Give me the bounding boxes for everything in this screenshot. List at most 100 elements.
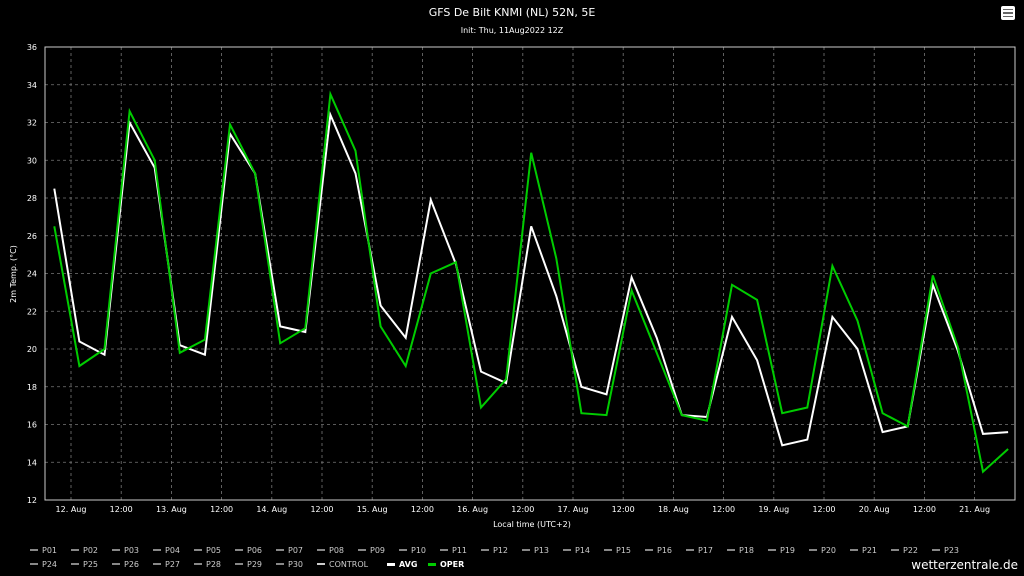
y-tick-label: 36 bbox=[27, 43, 37, 52]
legend-label: P19 bbox=[780, 545, 796, 555]
legend-item-p13[interactable]: P13 bbox=[522, 546, 563, 555]
legend-item-p28[interactable]: P28 bbox=[194, 560, 235, 569]
x-tick-label: 12:00 bbox=[210, 505, 233, 514]
legend-item-p29[interactable]: P29 bbox=[235, 560, 276, 569]
y-tick-label: 34 bbox=[27, 81, 37, 90]
legend-label: OPER bbox=[440, 559, 465, 569]
legend-item-p22[interactable]: P22 bbox=[891, 546, 932, 555]
x-tick-label: 21. Aug bbox=[959, 505, 990, 514]
legend-item-p12[interactable]: P12 bbox=[481, 546, 522, 555]
legend-item-p03[interactable]: P03 bbox=[112, 546, 153, 555]
y-tick-label: 14 bbox=[27, 458, 37, 467]
legend-item-oper[interactable]: OPER bbox=[428, 560, 469, 569]
x-tick-label: 12:00 bbox=[712, 505, 735, 514]
legend-item-p09[interactable]: P09 bbox=[358, 546, 399, 555]
legend-swatch bbox=[276, 549, 284, 551]
legend-swatch bbox=[276, 563, 284, 565]
legend-label: P11 bbox=[452, 545, 468, 555]
x-tick-label: 12. Aug bbox=[56, 505, 87, 514]
legend-item-p02[interactable]: P02 bbox=[71, 546, 112, 555]
legend-swatch bbox=[153, 549, 161, 551]
legend-label: P29 bbox=[247, 559, 263, 569]
legend-label: P06 bbox=[247, 545, 263, 555]
y-tick-label: 18 bbox=[27, 383, 37, 392]
legend-item-p07[interactable]: P07 bbox=[276, 546, 317, 555]
legend-item-control[interactable]: CONTROL bbox=[317, 560, 387, 569]
legend-item-p14[interactable]: P14 bbox=[563, 546, 604, 555]
legend-item-avg[interactable]: AVG bbox=[387, 560, 428, 569]
legend-label: P20 bbox=[821, 545, 837, 555]
legend-item-p10[interactable]: P10 bbox=[399, 546, 440, 555]
legend-swatch bbox=[71, 549, 79, 551]
legend-swatch bbox=[686, 549, 694, 551]
legend-label: P09 bbox=[370, 545, 386, 555]
legend-label: P10 bbox=[411, 545, 427, 555]
legend-swatch bbox=[194, 549, 202, 551]
legend-item-p27[interactable]: P27 bbox=[153, 560, 194, 569]
legend-label: P01 bbox=[42, 545, 58, 555]
legend-item-p20[interactable]: P20 bbox=[809, 546, 850, 555]
x-tick-label: 13. Aug bbox=[156, 505, 187, 514]
legend-item-p08[interactable]: P08 bbox=[317, 546, 358, 555]
legend-label: P12 bbox=[493, 545, 509, 555]
legend-label: P30 bbox=[288, 559, 304, 569]
y-tick-label: 24 bbox=[27, 270, 37, 279]
legend-item-p30[interactable]: P30 bbox=[276, 560, 317, 569]
legend-swatch bbox=[194, 563, 202, 565]
x-tick-label: 16. Aug bbox=[457, 505, 488, 514]
legend-item-p23[interactable]: P23 bbox=[932, 546, 973, 555]
legend-label: P28 bbox=[206, 559, 222, 569]
legend-swatch bbox=[112, 549, 120, 551]
legend-swatch bbox=[153, 563, 161, 565]
legend-item-p25[interactable]: P25 bbox=[71, 560, 112, 569]
x-tick-label: 12:00 bbox=[411, 505, 434, 514]
x-tick-label: 12:00 bbox=[310, 505, 333, 514]
legend-item-p18[interactable]: P18 bbox=[727, 546, 768, 555]
legend-item-p24[interactable]: P24 bbox=[30, 560, 71, 569]
legend-item-p26[interactable]: P26 bbox=[112, 560, 153, 569]
legend-item-p04[interactable]: P04 bbox=[153, 546, 194, 555]
x-tick-label: 12:00 bbox=[612, 505, 635, 514]
legend-swatch bbox=[428, 562, 436, 566]
legend-label: P03 bbox=[124, 545, 140, 555]
legend-swatch bbox=[317, 563, 325, 565]
legend-item-p01[interactable]: P01 bbox=[30, 546, 71, 555]
legend-label: P25 bbox=[83, 559, 99, 569]
legend-swatch bbox=[809, 549, 817, 551]
legend-label: P17 bbox=[698, 545, 714, 555]
y-tick-label: 32 bbox=[27, 119, 37, 128]
legend-label: P26 bbox=[124, 559, 140, 569]
y-tick-label: 30 bbox=[27, 156, 37, 165]
x-tick-label: 20. Aug bbox=[859, 505, 890, 514]
legend-label: P13 bbox=[534, 545, 550, 555]
legend: P01 P02 P03 P04 P05 P06 P07 P08 P09 P10 P11 P12 P13 P… bbox=[30, 543, 990, 571]
x-tick-label: 14. Aug bbox=[256, 505, 287, 514]
legend-label: P02 bbox=[83, 545, 99, 555]
y-tick-label: 28 bbox=[27, 194, 37, 203]
legend-label: P04 bbox=[165, 545, 181, 555]
x-tick-label: 15. Aug bbox=[357, 505, 388, 514]
y-tick-label: 20 bbox=[27, 345, 37, 354]
legend-item-p17[interactable]: P17 bbox=[686, 546, 727, 555]
legend-label: P23 bbox=[944, 545, 960, 555]
y-tick-label: 22 bbox=[27, 307, 37, 316]
legend-swatch bbox=[317, 549, 325, 551]
legend-item-p15[interactable]: P15 bbox=[604, 546, 645, 555]
x-tick-label: 19. Aug bbox=[758, 505, 789, 514]
credit-text: wetterzentrale.de bbox=[911, 558, 1018, 572]
legend-swatch bbox=[891, 549, 899, 551]
legend-swatch bbox=[932, 549, 940, 551]
legend-item-p11[interactable]: P11 bbox=[440, 546, 481, 555]
legend-label: P15 bbox=[616, 545, 632, 555]
legend-label: P14 bbox=[575, 545, 591, 555]
legend-item-p05[interactable]: P05 bbox=[194, 546, 235, 555]
legend-item-p19[interactable]: P19 bbox=[768, 546, 809, 555]
x-tick-label: 12:00 bbox=[110, 505, 133, 514]
legend-item-p06[interactable]: P06 bbox=[235, 546, 276, 555]
legend-swatch bbox=[235, 563, 243, 565]
legend-label: AVG bbox=[399, 559, 418, 569]
legend-item-p21[interactable]: P21 bbox=[850, 546, 891, 555]
x-axis-label: Local time (UTC+2) bbox=[493, 520, 571, 529]
legend-item-p16[interactable]: P16 bbox=[645, 546, 686, 555]
legend-swatch bbox=[645, 549, 653, 551]
